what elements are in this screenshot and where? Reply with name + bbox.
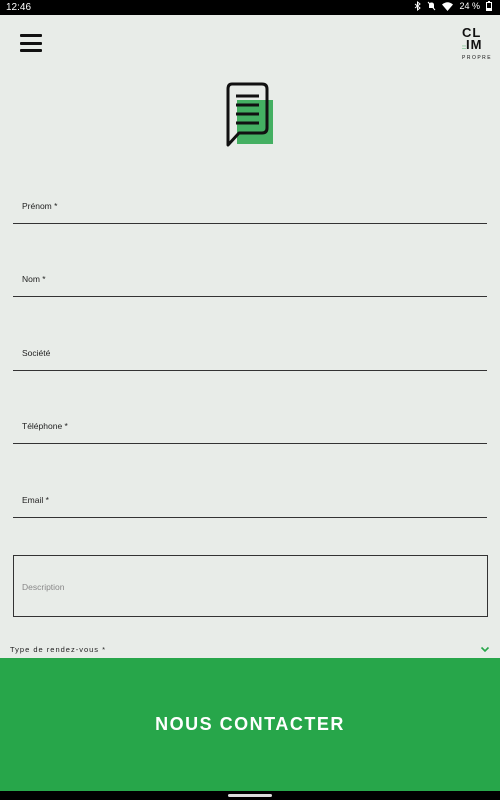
navigation-bar: [0, 791, 500, 800]
logo-mid-text: ::IM: [462, 37, 483, 52]
phone-field[interactable]: Téléphone *: [13, 406, 487, 444]
description-textarea[interactable]: Description: [13, 555, 488, 617]
bluetooth-icon: [415, 1, 422, 11]
status-icons: 24 %: [414, 1, 492, 11]
message-document-icon: [226, 82, 273, 147]
home-gesture-handle[interactable]: [228, 794, 272, 797]
mute-icon: [428, 1, 436, 11]
email-label: Email *: [22, 495, 49, 505]
status-bar: 12:46 24 %: [0, 0, 500, 15]
first-name-field[interactable]: Prénom *: [13, 186, 487, 224]
last-name-field[interactable]: Nom *: [13, 259, 487, 297]
status-time: 12:46: [6, 2, 32, 13]
battery-percent: 24 %: [459, 1, 480, 11]
appointment-type-select[interactable]: Type de rendez-vous *: [10, 644, 492, 658]
wifi-icon: [442, 1, 454, 11]
clim-propre-logo: CL ::IM PROPRE: [462, 26, 494, 61]
company-label: Société: [22, 348, 51, 358]
contact-button-label: NOUS CONTACTER: [155, 714, 345, 734]
appointment-type-label: Type de rendez-vous *: [10, 645, 107, 654]
last-name-label: Nom *: [22, 274, 46, 284]
battery-icon: [486, 1, 492, 11]
company-field[interactable]: Société: [13, 333, 487, 371]
phone-label: Téléphone *: [22, 421, 68, 431]
menu-icon[interactable]: [20, 34, 42, 52]
chevron-down-icon: [480, 646, 490, 653]
contact-button[interactable]: NOUS CONTACTER: [0, 658, 500, 791]
first-name-label: Prénom *: [22, 201, 58, 211]
logo-bottom-text: PROPRE: [462, 55, 493, 61]
email-field[interactable]: Email *: [13, 480, 487, 518]
description-placeholder: Description: [22, 582, 65, 592]
